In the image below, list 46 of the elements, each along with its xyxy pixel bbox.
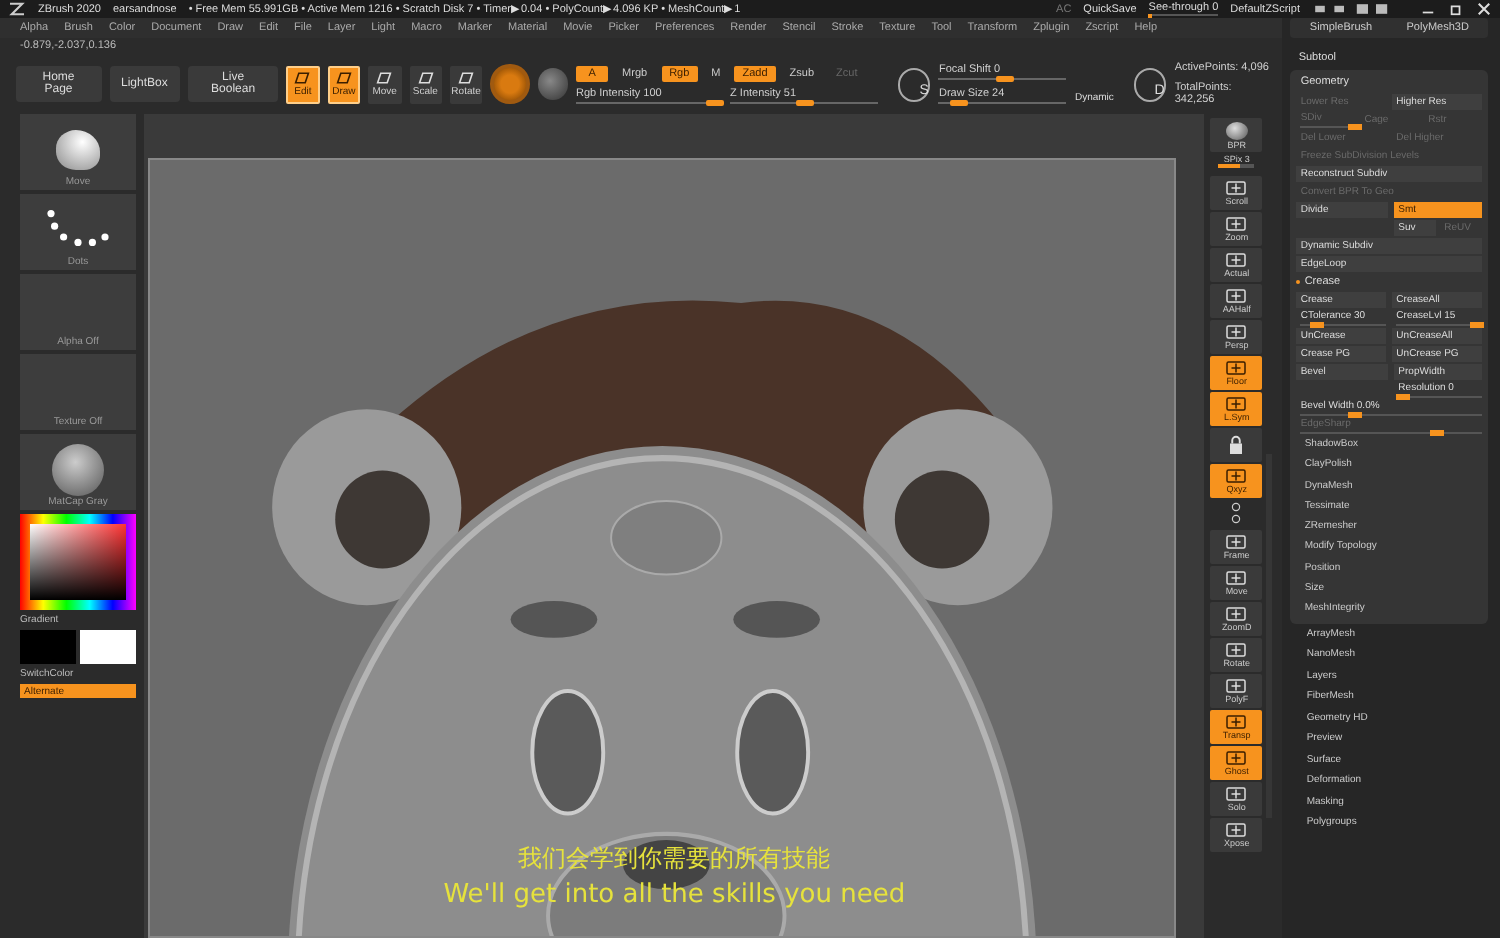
app-logo-icon — [8, 2, 26, 16]
mode-icon — [292, 70, 313, 86]
tool-icon — [1224, 324, 1249, 340]
tool-icon — [1224, 606, 1249, 622]
slider-thumb[interactable] — [1470, 322, 1485, 328]
slider-thumb[interactable] — [1348, 412, 1363, 418]
material-sphere-icon[interactable] — [490, 64, 530, 104]
tool-icon — [1224, 252, 1249, 268]
subtitle-chinese: 我们会学到你需要的所有技能 — [518, 842, 831, 876]
rotate-icon — [1230, 500, 1243, 526]
lock-button[interactable] — [1210, 428, 1263, 462]
mode-icon — [333, 70, 354, 86]
tool-icon — [1224, 180, 1249, 196]
main-color-swatch[interactable] — [80, 630, 136, 664]
tool-icon — [1224, 786, 1249, 802]
close-icon[interactable] — [1476, 2, 1492, 16]
slider-thumb[interactable] — [796, 99, 815, 105]
tool-icon — [1224, 534, 1249, 550]
tool-icon — [1224, 216, 1249, 232]
secondary-color-swatch[interactable] — [20, 630, 76, 664]
dots-icon — [42, 206, 114, 250]
matcap-sphere-icon — [52, 444, 104, 496]
subtitle-english: We'll get into all the skills you need — [443, 880, 906, 910]
tool-icon — [1224, 570, 1249, 586]
render-sphere-icon — [1225, 121, 1248, 139]
color-picker[interactable] — [20, 514, 136, 610]
tool-icon — [1224, 288, 1249, 304]
tool-icon — [1224, 678, 1249, 694]
tool-icon — [1224, 822, 1249, 838]
tool-icon — [1224, 396, 1249, 412]
mode-icon — [415, 70, 436, 86]
tool-icon — [1224, 468, 1249, 484]
slider-thumb[interactable] — [950, 100, 969, 106]
mode-icon — [456, 70, 477, 86]
tool-icon — [1224, 360, 1249, 376]
slider-thumb[interactable] — [1310, 322, 1325, 328]
tool-icon — [1224, 714, 1249, 730]
restore-icon[interactable] — [1448, 2, 1464, 16]
slider-thumb[interactable] — [1395, 394, 1410, 400]
mode-icon — [374, 70, 395, 86]
slider-thumb[interactable] — [995, 76, 1014, 82]
brush-icon — [56, 130, 100, 170]
slider-thumb[interactable] — [706, 99, 725, 105]
tool-icon — [1224, 642, 1249, 658]
color-sphere-icon[interactable] — [537, 68, 569, 100]
tool-icon — [1224, 750, 1249, 766]
